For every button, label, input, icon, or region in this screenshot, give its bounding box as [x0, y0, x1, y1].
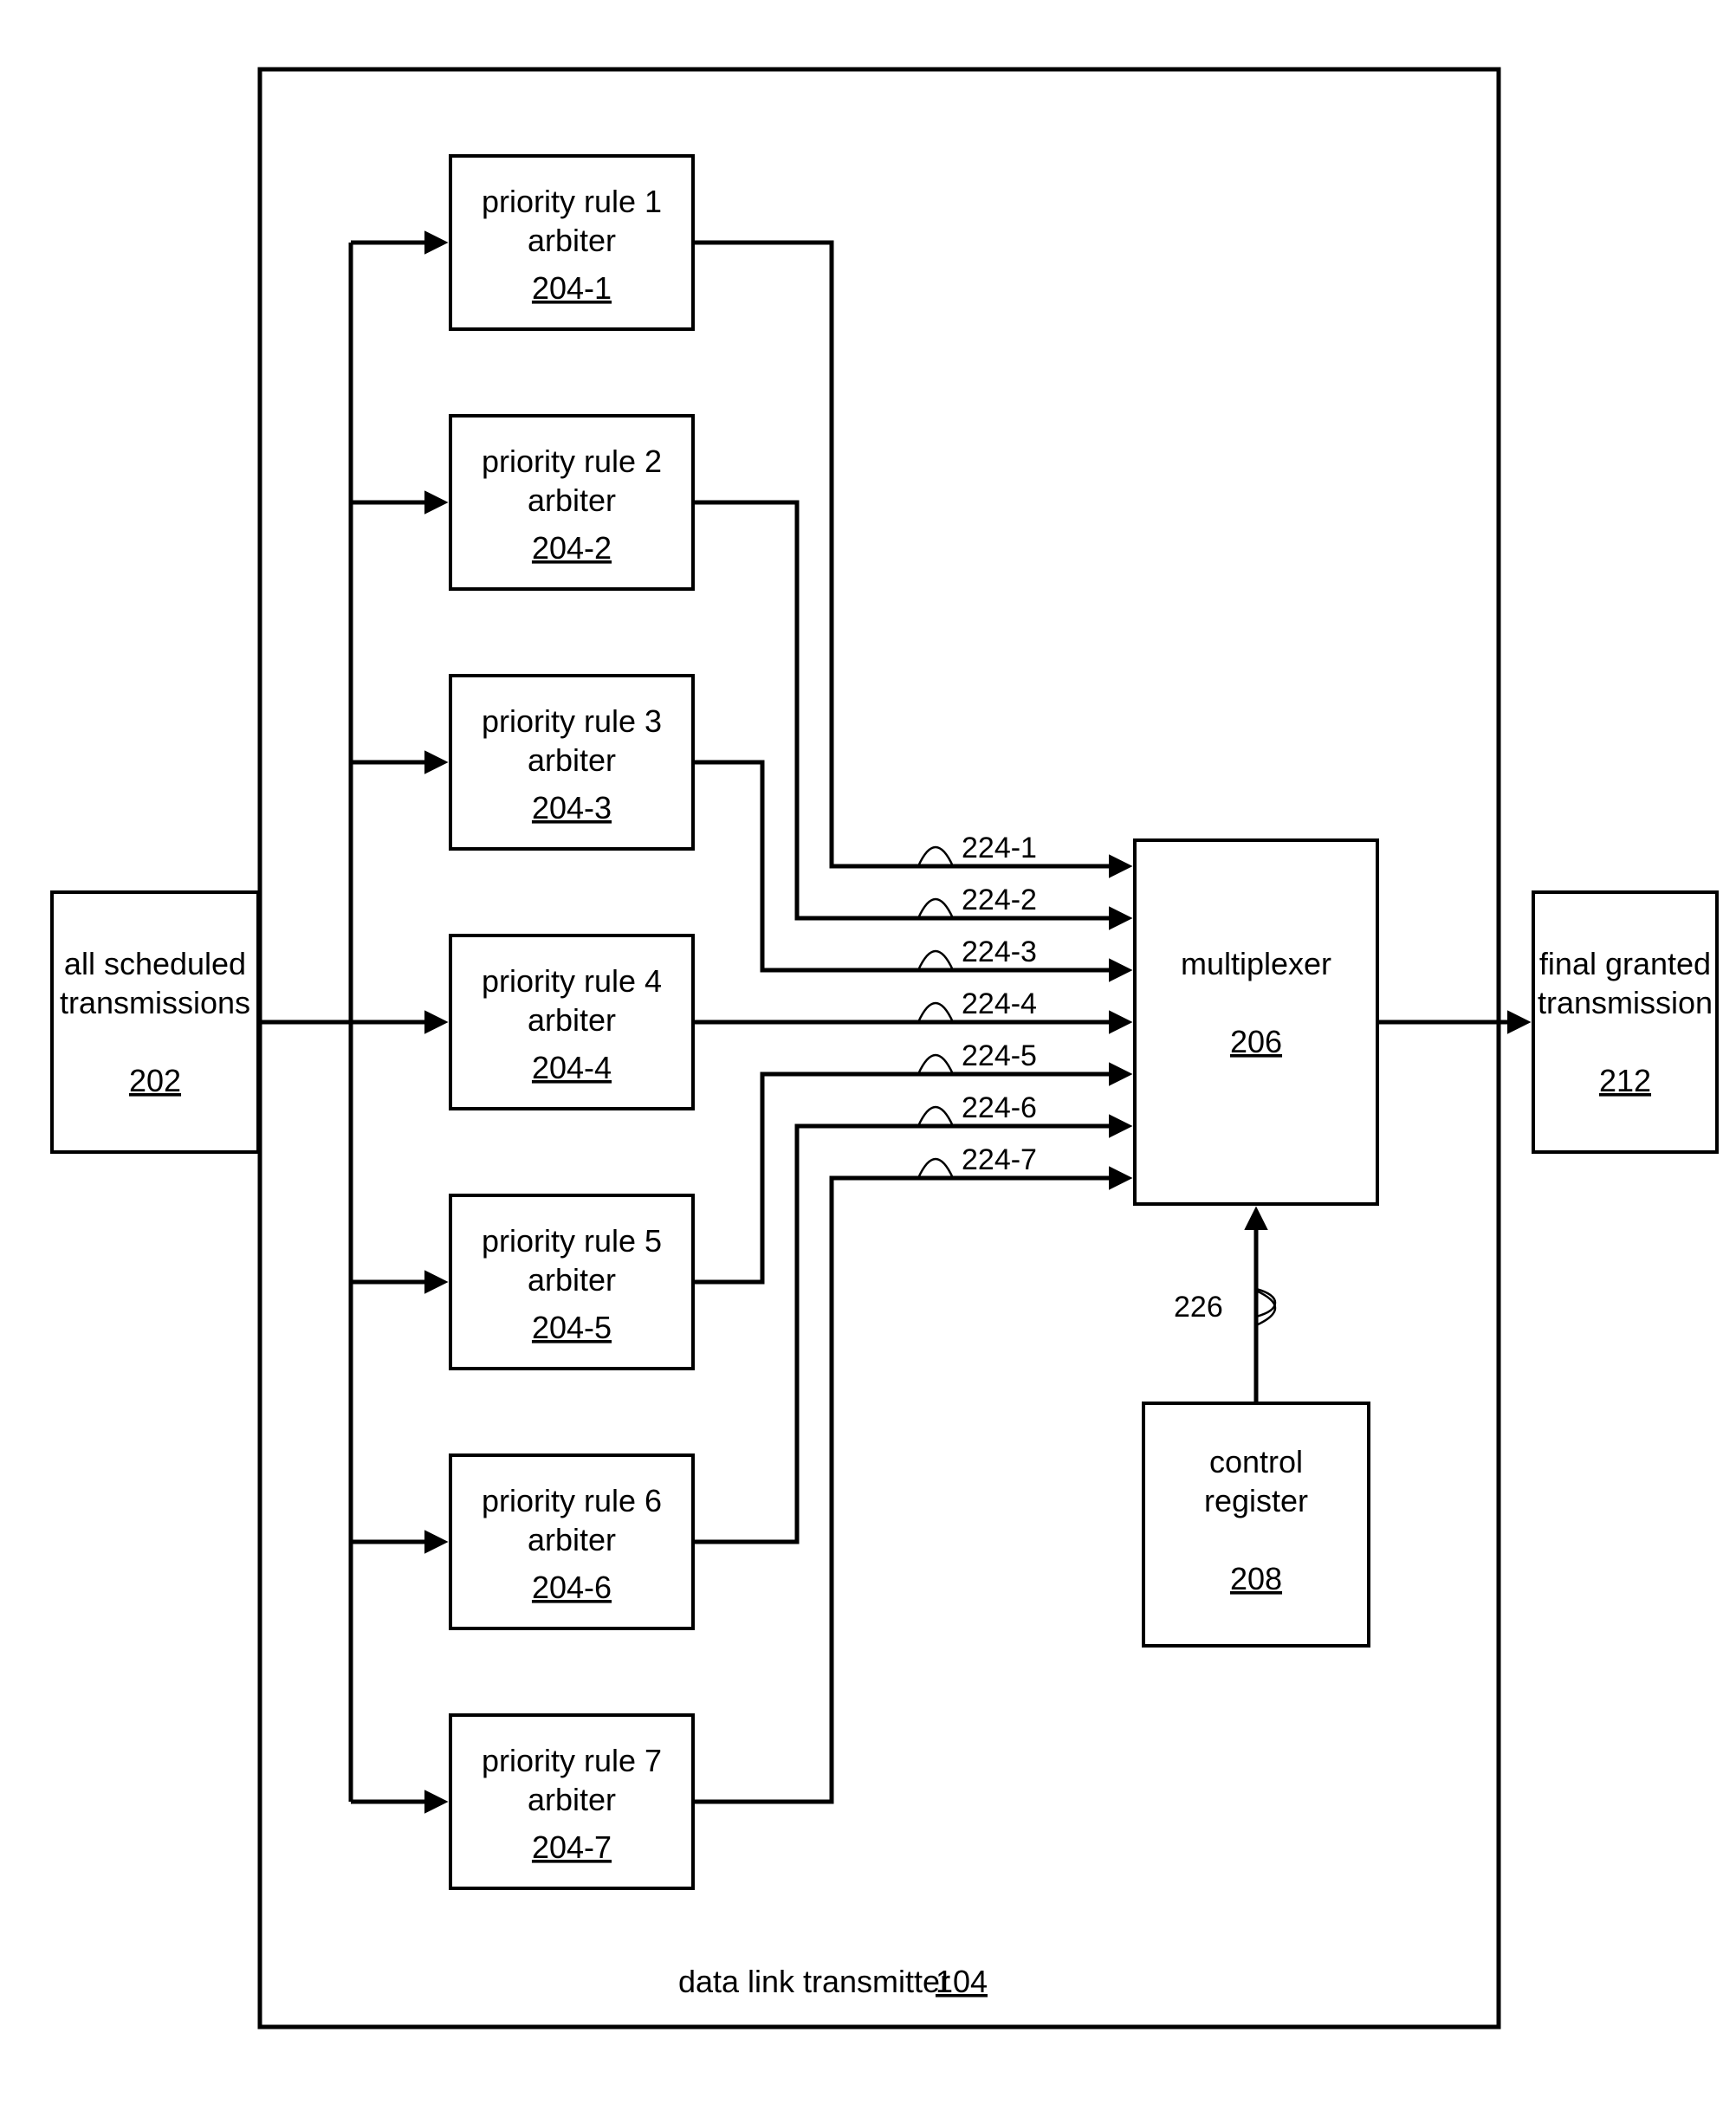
arbiter-3-line2: arbiter: [528, 742, 616, 778]
arbiter-6-block: priority rule 6 arbiter 204-6: [450, 1455, 693, 1628]
arbiter-5-line2: arbiter: [528, 1262, 616, 1298]
arbiter-2-line2: arbiter: [528, 482, 616, 518]
arbiter-5-block: priority rule 5 arbiter 204-5: [450, 1195, 693, 1369]
multiplexer-block: multiplexer 206: [1135, 840, 1377, 1204]
svg-text:224-2: 224-2: [962, 884, 1037, 916]
arbiter-7-block: priority rule 7 arbiter 204-7: [450, 1715, 693, 1888]
final-granted-transmission-block: final granted transmission 212: [1533, 892, 1717, 1152]
mux-ref: 206: [1230, 1024, 1282, 1059]
output-line1: final granted: [1539, 946, 1711, 981]
svg-text:224-1: 224-1: [962, 832, 1037, 864]
arbiter-5-line1: priority rule 5: [482, 1223, 662, 1259]
arbiter-4-block: priority rule 4 arbiter 204-4: [450, 935, 693, 1109]
control-register-block: control register 208: [1143, 1403, 1369, 1646]
arbiter-5-ref: 204-5: [532, 1310, 612, 1345]
svg-text:224-5: 224-5: [962, 1039, 1037, 1072]
arbiter-3-ref: 204-3: [532, 790, 612, 825]
arbiter-6-line2: arbiter: [528, 1522, 616, 1557]
svg-text:224-6: 224-6: [962, 1091, 1037, 1124]
control-ref: 208: [1230, 1561, 1282, 1596]
svg-text:224-7: 224-7: [962, 1143, 1037, 1176]
diagram-canvas: all scheduled transmissions 202 priority…: [0, 0, 1736, 2117]
control-line1: control: [1209, 1444, 1303, 1479]
arbiter-2-line1: priority rule 2: [482, 443, 662, 479]
arbiter-4-ref: 204-4: [532, 1050, 612, 1085]
svg-text:224-4: 224-4: [962, 987, 1037, 1020]
input-ref: 202: [129, 1063, 181, 1098]
arbiter-1-line2: arbiter: [528, 223, 616, 258]
container-ref: 104: [936, 1964, 988, 1999]
arbiter-4-line1: priority rule 4: [482, 963, 662, 999]
arbiter-2-block: priority rule 2 arbiter 204-2: [450, 416, 693, 589]
output-ref: 212: [1599, 1063, 1651, 1098]
arbiter-3-block: priority rule 3 arbiter 204-3: [450, 676, 693, 849]
arbiter-3-line1: priority rule 3: [482, 703, 662, 739]
arbiter-7-line1: priority rule 7: [482, 1743, 662, 1778]
arbiter-4-line2: arbiter: [528, 1002, 616, 1038]
arbiter-6-line1: priority rule 6: [482, 1483, 662, 1518]
container-label: data link transmitter: [678, 1964, 950, 1999]
arbiter-6-ref: 204-6: [532, 1570, 612, 1605]
arbiter-2-ref: 204-2: [532, 530, 612, 566]
output-line2: transmission: [1538, 985, 1713, 1020]
arbiter-1-block: priority rule 1 arbiter 204-1: [450, 156, 693, 329]
arbiter-7-ref: 204-7: [532, 1829, 612, 1865]
control-wire-label-text: 226: [1174, 1291, 1223, 1324]
arbiter-7-line2: arbiter: [528, 1782, 616, 1817]
arbiter-1-line1: priority rule 1: [482, 184, 662, 219]
arbiter-1-ref: 204-1: [532, 270, 612, 306]
input-line1: all scheduled: [64, 946, 246, 981]
all-scheduled-transmissions-block: all scheduled transmissions 202: [52, 892, 258, 1152]
mux-label: multiplexer: [1181, 946, 1331, 981]
control-line2: register: [1204, 1483, 1308, 1518]
input-line2: transmissions: [60, 985, 250, 1020]
svg-text:224-3: 224-3: [962, 935, 1037, 968]
